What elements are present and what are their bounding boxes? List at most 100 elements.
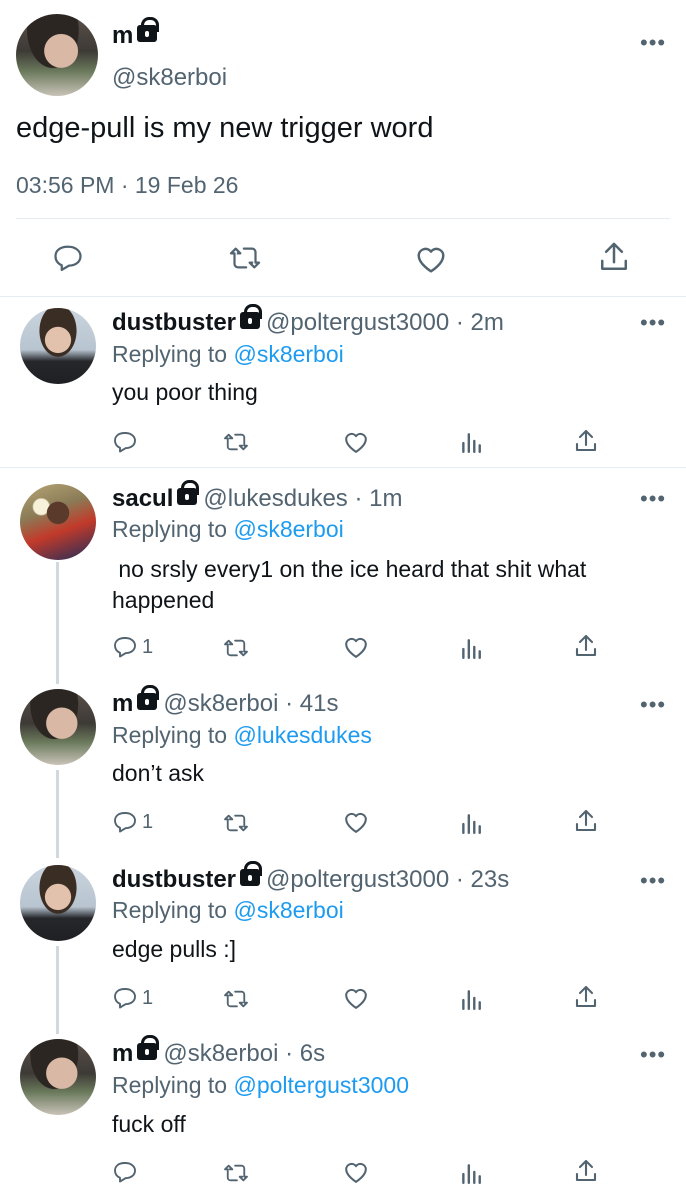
reply-button[interactable] [52, 243, 84, 273]
avatar[interactable] [20, 484, 96, 560]
retweet-button[interactable] [222, 812, 250, 834]
retweet-button[interactable] [222, 637, 250, 659]
share-icon [598, 240, 630, 274]
mention-link[interactable]: @sk8erboi [233, 516, 343, 542]
views-button[interactable] [460, 811, 482, 835]
share-icon [574, 808, 598, 834]
replying-to: Replying to @lukesdukes [112, 722, 372, 749]
avatar[interactable] [20, 308, 96, 384]
share-icon [574, 1158, 598, 1184]
reply-text: edge pulls :] [112, 936, 237, 962]
share-button[interactable] [574, 428, 598, 454]
thread-line [56, 770, 59, 858]
author-handle[interactable]: @sk8erboi · 41s [163, 690, 338, 717]
replying-to: Replying to @poltergust3000 [112, 1072, 409, 1099]
like-button[interactable] [342, 986, 370, 1010]
views-button[interactable] [460, 430, 482, 454]
reply-icon [112, 986, 138, 1010]
reply-button[interactable]: 1 [112, 986, 153, 1010]
author-name[interactable]: m [112, 690, 133, 717]
author-handle[interactable]: @sk8erboi · 6s [163, 1040, 325, 1067]
mention-link[interactable]: @lukesdukes [233, 722, 371, 748]
retweet-icon [222, 637, 250, 659]
retweet-icon [228, 244, 262, 272]
author-name[interactable]: m [112, 1040, 133, 1067]
heart-icon [342, 1160, 370, 1184]
lock-icon [137, 685, 160, 710]
avatar[interactable] [16, 14, 98, 96]
author-name[interactable]: dustbuster [112, 309, 236, 336]
author-name[interactable]: dustbuster [112, 866, 236, 893]
reply-count: 1 [142, 986, 154, 1009]
avatar[interactable] [20, 1039, 96, 1115]
retweet-button[interactable] [222, 988, 250, 1010]
reply-header: m @sk8erboi · 6s [112, 1035, 325, 1068]
reply-count: 1 [142, 635, 154, 658]
retweet-button[interactable] [228, 244, 262, 272]
reply-text-line: no srsly every1 on the ice heard that sh… [112, 556, 587, 582]
reply-icon [112, 810, 138, 834]
reply-button[interactable]: 1 [112, 635, 153, 659]
avatar[interactable] [20, 689, 96, 765]
mention-link[interactable]: @sk8erboi [233, 341, 343, 367]
reply-button[interactable]: 1 [112, 810, 153, 834]
share-button[interactable] [574, 1158, 598, 1184]
avatar[interactable] [20, 865, 96, 941]
reply-text: don’t ask [112, 760, 205, 786]
author-name[interactable]: m [112, 22, 133, 49]
author-handle[interactable]: @poltergust3000 · 2m [266, 309, 504, 336]
reply-header: sacul @lukesdukes · 1m [112, 480, 402, 513]
heart-icon [342, 810, 370, 834]
share-button[interactable] [574, 808, 598, 834]
reply-header: m @sk8erboi · 41s [112, 685, 338, 718]
more-options-icon[interactable]: ••• [640, 870, 666, 892]
views-button[interactable] [460, 636, 482, 660]
replying-to-label: Replying to [112, 516, 228, 542]
more-options-icon[interactable]: ••• [640, 32, 666, 54]
divider [16, 218, 670, 219]
divider [0, 467, 686, 468]
tweet-timestamp[interactable]: 03:56 PM · 19 Feb 26 [16, 172, 238, 199]
share-icon [574, 984, 598, 1010]
mention-link[interactable]: @sk8erboi [233, 897, 343, 923]
reply-button[interactable] [112, 1160, 138, 1184]
more-options-icon[interactable]: ••• [640, 312, 666, 334]
more-options-icon[interactable]: ••• [640, 694, 666, 716]
lock-icon [137, 1035, 160, 1060]
like-button[interactable] [342, 430, 370, 454]
retweet-button[interactable] [222, 431, 250, 453]
reply-button[interactable] [112, 430, 138, 454]
author-name[interactable]: sacul [112, 485, 173, 512]
more-options-icon[interactable]: ••• [640, 1044, 666, 1066]
reply-header: dustbuster @poltergust3000 · 2m [112, 304, 504, 337]
share-button[interactable] [574, 984, 598, 1010]
author-handle[interactable]: @poltergust3000 · 23s [266, 866, 509, 893]
divider [0, 296, 686, 297]
views-button[interactable] [460, 1161, 482, 1185]
author-handle[interactable]: @lukesdukes · 1m [203, 485, 402, 512]
replying-to-label: Replying to [112, 897, 228, 923]
retweet-button[interactable] [222, 1162, 250, 1184]
author-handle[interactable]: @sk8erboi [112, 64, 227, 92]
reply-text: fuck off [112, 1111, 186, 1137]
like-button[interactable] [342, 810, 370, 834]
author-line: m [112, 17, 163, 50]
share-button[interactable] [598, 240, 630, 274]
views-button[interactable] [460, 987, 482, 1011]
like-button[interactable] [414, 244, 448, 274]
retweet-icon [222, 431, 250, 453]
heart-icon [414, 244, 448, 274]
replying-to-label: Replying to [112, 1072, 228, 1098]
reply-icon [52, 243, 84, 273]
like-button[interactable] [342, 1160, 370, 1184]
replying-to: Replying to @sk8erboi [112, 341, 344, 368]
mention-link[interactable]: @poltergust3000 [233, 1072, 409, 1098]
replying-to: Replying to @sk8erboi [112, 516, 344, 543]
like-button[interactable] [342, 635, 370, 659]
share-button[interactable] [574, 633, 598, 659]
more-options-icon[interactable]: ••• [640, 488, 666, 510]
views-icon [460, 987, 482, 1011]
views-icon [460, 1161, 482, 1185]
lock-icon [137, 17, 160, 42]
views-icon [460, 636, 482, 660]
